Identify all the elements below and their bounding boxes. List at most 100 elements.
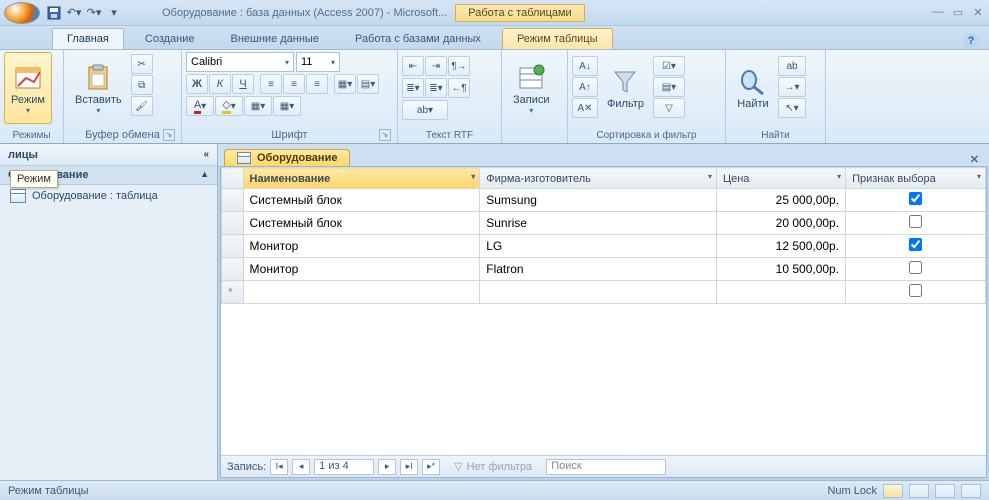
document-tab[interactable]: Оборудование: [224, 149, 350, 166]
chevron-down-icon[interactable]: ▾: [837, 172, 841, 181]
cell-flag[interactable]: [846, 212, 986, 235]
row-header[interactable]: [222, 235, 244, 258]
flag-checkbox[interactable]: [909, 261, 922, 274]
bullets-button[interactable]: ≣▾: [402, 78, 424, 98]
pivot-chart-view-button[interactable]: [961, 484, 981, 498]
flag-checkbox[interactable]: [909, 192, 922, 205]
table-row[interactable]: Системный блок Sumsung 25 000,00р.: [222, 189, 986, 212]
flag-checkbox[interactable]: [909, 284, 922, 297]
cell-flag[interactable]: [846, 258, 986, 281]
bold-button[interactable]: Ж: [186, 74, 208, 94]
help-icon[interactable]: ?: [963, 33, 979, 49]
nav-header[interactable]: лицы «: [0, 144, 217, 166]
cell-name[interactable]: Системный блок: [243, 212, 480, 235]
numbering-button[interactable]: ≣▾: [425, 78, 447, 98]
cell-price[interactable]: 12 500,00р.: [716, 235, 845, 258]
save-icon[interactable]: [46, 5, 62, 21]
find-button[interactable]: Найти: [730, 52, 776, 124]
close-document-icon[interactable]: ✕: [966, 153, 983, 166]
fill-color-button[interactable]: ◇▾: [215, 96, 243, 116]
design-view-button[interactable]: [909, 484, 929, 498]
cell-flag[interactable]: [846, 189, 986, 212]
goto-button[interactable]: →▾: [778, 77, 806, 97]
row-header[interactable]: [222, 212, 244, 235]
italic-button[interactable]: К: [209, 74, 231, 94]
tab-table-mode[interactable]: Режим таблицы: [502, 28, 613, 49]
highlight-button[interactable]: ab▾: [402, 100, 448, 120]
sort-desc-button[interactable]: A↑: [572, 77, 598, 97]
table-row[interactable]: Системный блок Sunrise 20 000,00р.: [222, 212, 986, 235]
first-record-button[interactable]: I◂: [270, 459, 288, 475]
chevron-down-icon[interactable]: ▾: [471, 172, 475, 181]
record-position[interactable]: 1 из 4: [314, 459, 374, 475]
cell-flag[interactable]: [846, 235, 986, 258]
shading-button[interactable]: ▦▾: [273, 96, 301, 116]
cell-firm[interactable]: Sumsung: [480, 189, 717, 212]
font-name-combo[interactable]: Calibri▾: [186, 52, 294, 72]
replace-button[interactable]: ab: [778, 56, 806, 76]
align-right-button[interactable]: ≡: [306, 74, 328, 94]
row-header[interactable]: [222, 189, 244, 212]
decrease-indent-button[interactable]: ⇤: [402, 56, 424, 76]
cell-name[interactable]: Монитор: [243, 235, 480, 258]
view-button[interactable]: Режим ▾: [4, 52, 52, 124]
format-painter-button[interactable]: 🖌: [131, 96, 153, 116]
row-header[interactable]: [222, 258, 244, 281]
cut-button[interactable]: ✂: [131, 54, 153, 74]
selection-filter-button[interactable]: ☑▾: [653, 56, 685, 76]
copy-button[interactable]: ⧉: [131, 75, 153, 95]
column-header-price[interactable]: Цена▾: [716, 168, 845, 189]
cell-name[interactable]: Системный блок: [243, 189, 480, 212]
chevron-down-icon[interactable]: ▾: [708, 172, 712, 181]
minimize-icon[interactable]: —: [931, 6, 945, 19]
search-input[interactable]: Поиск: [546, 459, 666, 475]
data-grid[interactable]: Наименование▾ Фирма-изготовитель▾ Цена▾ …: [221, 167, 986, 304]
ltr-button[interactable]: ¶→: [448, 56, 470, 76]
nav-item-table[interactable]: Оборудование : таблица: [0, 185, 217, 207]
tab-create[interactable]: Создание: [130, 28, 210, 49]
table-row[interactable]: Монитор Flatron 10 500,00р.: [222, 258, 986, 281]
align-center-button[interactable]: ≡: [283, 74, 305, 94]
toggle-filter-button[interactable]: ▽: [653, 98, 685, 118]
tab-home[interactable]: Главная: [52, 28, 124, 49]
datasheet-view-button[interactable]: [883, 484, 903, 498]
select-all-cell[interactable]: [222, 168, 244, 189]
new-record-button[interactable]: ▸*: [422, 459, 440, 475]
column-header-firm[interactable]: Фирма-изготовитель▾: [480, 168, 717, 189]
undo-icon[interactable]: ↶▾: [66, 5, 82, 21]
row-header[interactable]: *: [222, 281, 244, 304]
cell-price[interactable]: 25 000,00р.: [716, 189, 845, 212]
qat-customize-icon[interactable]: ▾: [106, 5, 122, 21]
office-button[interactable]: [4, 2, 40, 24]
underline-button[interactable]: Ч: [232, 74, 254, 94]
flag-checkbox[interactable]: [909, 215, 922, 228]
tab-database-tools[interactable]: Работа с базами данных: [340, 28, 496, 49]
chevron-left-icon[interactable]: «: [203, 149, 209, 160]
redo-icon[interactable]: ↷▾: [86, 5, 102, 21]
pivot-table-view-button[interactable]: [935, 484, 955, 498]
select-button[interactable]: ↖▾: [778, 98, 806, 118]
new-record-row[interactable]: *: [222, 281, 986, 304]
paste-button[interactable]: Вставить ▾: [68, 52, 129, 124]
cell-firm[interactable]: Sunrise: [480, 212, 717, 235]
align-left-button[interactable]: ≡: [260, 74, 282, 94]
restore-icon[interactable]: ▭: [951, 6, 965, 19]
font-color-button[interactable]: A▾: [186, 96, 214, 116]
tab-external-data[interactable]: Внешние данные: [216, 28, 334, 49]
flag-checkbox[interactable]: [909, 238, 922, 251]
cell-name[interactable]: Монитор: [243, 258, 480, 281]
grid-color-button[interactable]: ▦▾: [244, 96, 272, 116]
filter-button[interactable]: Фильтр: [600, 52, 651, 124]
cell-firm[interactable]: LG: [480, 235, 717, 258]
column-header-flag[interactable]: Признак выбора▾: [846, 168, 986, 189]
records-button[interactable]: Записи ▾: [506, 52, 557, 124]
table-row[interactable]: Монитор LG 12 500,00р.: [222, 235, 986, 258]
gridlines-button[interactable]: ▦▾: [334, 74, 356, 94]
clear-sort-button[interactable]: A✕: [572, 98, 598, 118]
sort-asc-button[interactable]: A↓: [572, 56, 598, 76]
next-record-button[interactable]: ▸: [378, 459, 396, 475]
cell-price[interactable]: 20 000,00р.: [716, 212, 845, 235]
dialog-launcher-icon[interactable]: ↘: [163, 129, 175, 141]
prev-record-button[interactable]: ◂: [292, 459, 310, 475]
font-size-combo[interactable]: 11▾: [296, 52, 340, 72]
